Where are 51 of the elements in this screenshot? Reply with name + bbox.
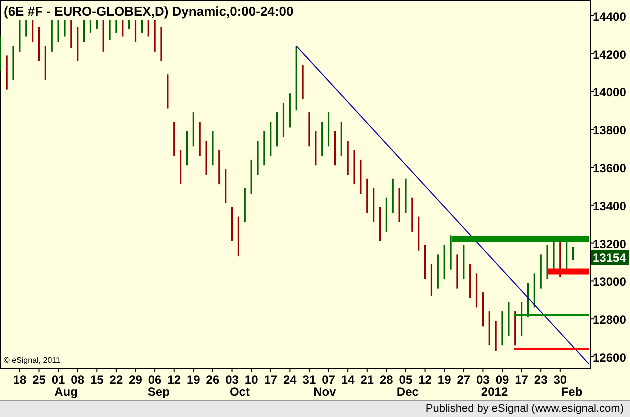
x-tick-label: 23: [534, 373, 548, 387]
month-label: Aug: [54, 385, 78, 399]
x-tick-label: 06: [148, 373, 162, 387]
x-tick-label: 26: [206, 373, 220, 387]
x-tick-label: 01: [52, 373, 66, 387]
x-tick-label: 07: [322, 373, 336, 387]
month-label: Nov: [314, 385, 336, 399]
month-label: Feb: [561, 385, 583, 399]
x-tick-label: 24: [284, 373, 297, 387]
x-tick-label: 29: [129, 373, 142, 387]
month-label: Sep: [148, 385, 170, 399]
x-tick-label: 17: [515, 373, 528, 387]
x-tick-label: 14: [341, 373, 355, 387]
y-tick-label: 13200: [593, 237, 626, 252]
month-label: Oct: [230, 385, 250, 399]
x-tick-label: 22: [110, 373, 124, 387]
y-tick-label: 14200: [593, 48, 626, 62]
x-tick-label: 08: [71, 373, 85, 387]
last-price-tag: 13154: [591, 250, 629, 266]
y-tick-label: 13800: [593, 124, 626, 138]
x-tick-label: 28: [380, 373, 394, 387]
x-tick-label: 27: [457, 373, 471, 387]
x-tick-label: 10: [244, 373, 258, 387]
y-tick-label: 13000: [593, 275, 626, 290]
x-tick-label: 18: [13, 373, 27, 387]
y-tick-label: 14000: [593, 86, 626, 100]
month-label: 2012: [481, 385, 508, 399]
month-label: Dec: [396, 385, 419, 399]
x-tick-label: 12: [418, 373, 432, 387]
x-tick-label: 19: [438, 373, 452, 387]
y-tick-label: 14400: [593, 10, 626, 24]
x-tick-label: 30: [554, 373, 568, 387]
x-tick-label: 21: [360, 373, 374, 387]
level-line: [548, 268, 590, 275]
x-tick-label: 09: [496, 373, 510, 387]
x-tick-label: 12: [168, 373, 182, 387]
copyright-text: © eSignal, 2011: [4, 356, 60, 365]
x-tick-label: 19: [186, 373, 200, 387]
x-tick-label: 17: [264, 373, 278, 387]
y-tick-label: 13600: [593, 162, 626, 176]
x-tick-label: 03: [226, 373, 239, 387]
x-tick-label: 25: [32, 373, 46, 387]
y-tick-label: 13400: [593, 199, 626, 214]
y-tick-label: 12600: [593, 351, 626, 365]
x-tick-label: 05: [399, 373, 413, 387]
x-tick-label: 15: [90, 373, 104, 387]
y-tick-label: 12800: [593, 313, 626, 328]
x-tick-label: 31: [302, 373, 316, 387]
publisher-credit: Published by eSignal (www.esignal.com): [426, 403, 624, 415]
chart-title: (6E #F - EURO-GLOBEX,D) Dynamic,0:00-24:00: [2, 4, 296, 20]
x-tick-label: 03: [476, 373, 490, 387]
